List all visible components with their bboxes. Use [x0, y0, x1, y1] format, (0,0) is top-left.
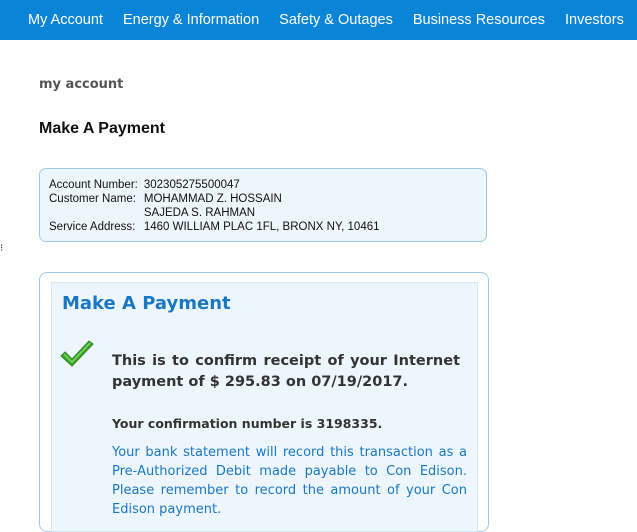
customer-name-spacer: [49, 206, 144, 220]
payment-heading: Make A Payment: [62, 293, 231, 314]
service-address-value: 1460 WILLIAM PLAC 1FL, BRONX NY, 10461: [143, 221, 380, 233]
bank-statement-note: Your bank statement will record this tra…: [112, 445, 467, 517]
payment-confirmation-text: This is to confirm receipt of your Inter…: [112, 353, 460, 390]
nav-investors[interactable]: Investors: [565, 12, 624, 28]
customer-name-value-2: SAJEDA S. RAHMAN: [143, 207, 256, 219]
nav-energy-information[interactable]: Energy & Information: [123, 12, 259, 28]
payment-panel-inner: Make A Payment This is to confirm receip…: [51, 282, 478, 532]
service-address-label: Service Address:: [49, 221, 136, 233]
nav-safety-outages[interactable]: Safety & Outages: [279, 12, 393, 28]
customer-name-label: Customer Name:: [49, 193, 136, 205]
nav-my-account[interactable]: My Account: [28, 12, 103, 28]
account-info-table: Account Number: 302305275500047 Customer…: [49, 178, 380, 234]
green-checkmark-icon: [60, 340, 94, 367]
payment-panel: Make A Payment This is to confirm receip…: [39, 272, 489, 532]
page-title: Make A Payment: [39, 120, 165, 137]
account-info-box: Account Number: 302305275500047 Customer…: [39, 168, 487, 242]
nav-business-resources[interactable]: Business Resources: [413, 12, 545, 28]
edge-fragment: ⁝: [0, 243, 4, 254]
account-number-label: Account Number:: [49, 179, 138, 191]
confirmation-number-text: Your confirmation number is 3198335.: [112, 416, 383, 431]
top-navigation: My Account Energy & Information Safety &…: [0, 0, 637, 40]
section-label: my account: [39, 77, 124, 92]
customer-name-value-1: MOHAMMAD Z. HOSSAIN: [143, 193, 282, 205]
account-number-value: 302305275500047: [143, 179, 240, 191]
